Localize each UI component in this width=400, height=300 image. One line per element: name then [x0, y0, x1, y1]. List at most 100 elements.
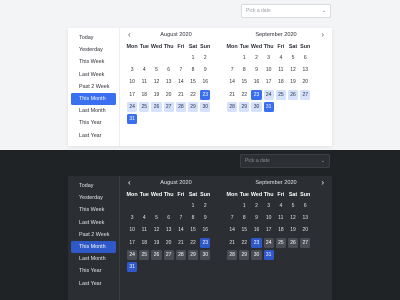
day-cell[interactable]: 15	[238, 224, 250, 236]
day-cell[interactable]: 31	[126, 113, 138, 125]
day-cell[interactable]: 13	[299, 64, 311, 76]
day-cell[interactable]: 3	[263, 200, 275, 212]
shortcut-last-week[interactable]: Last Week	[71, 69, 116, 81]
day-cell[interactable]: 20	[299, 76, 311, 88]
day-cell[interactable]: 27	[163, 101, 175, 113]
shortcut-yesterday[interactable]: Yesterday	[71, 192, 116, 204]
day-cell[interactable]: 25	[138, 249, 150, 261]
shortcut-last-year[interactable]: Last Year	[71, 130, 116, 142]
day-cell[interactable]: 14	[226, 76, 238, 88]
day-cell[interactable]: 2	[250, 52, 262, 64]
day-cell[interactable]: 23	[250, 89, 262, 101]
shortcut-this-month[interactable]: This Month	[71, 92, 116, 106]
day-cell[interactable]: 21	[226, 89, 238, 101]
date-picker-input[interactable]: Pick a date ⌄	[241, 4, 331, 18]
chevron-down-icon[interactable]: ⌄	[321, 158, 325, 164]
shortcut-past-2-week[interactable]: Past 2 Week	[71, 229, 116, 241]
day-cell[interactable]: 8	[187, 212, 199, 224]
day-cell[interactable]: 2	[199, 200, 211, 212]
day-cell[interactable]: 13	[163, 224, 175, 236]
day-cell[interactable]: 15	[187, 76, 199, 88]
day-cell[interactable]: 28	[175, 101, 187, 113]
day-cell[interactable]: 10	[263, 212, 275, 224]
day-cell[interactable]: 9	[250, 64, 262, 76]
day-cell[interactable]: 1	[238, 52, 250, 64]
day-cell[interactable]: 19	[150, 237, 162, 249]
day-cell[interactable]: 6	[163, 64, 175, 76]
day-cell[interactable]: 9	[199, 212, 211, 224]
day-cell[interactable]: 20	[299, 224, 311, 236]
shortcut-today[interactable]: Today	[71, 32, 116, 44]
day-cell[interactable]: 9	[199, 64, 211, 76]
day-cell[interactable]: 27	[163, 249, 175, 261]
day-cell[interactable]: 12	[287, 212, 299, 224]
day-cell[interactable]: 5	[150, 212, 162, 224]
shortcut-today[interactable]: Today	[71, 180, 116, 192]
day-cell[interactable]: 24	[126, 249, 138, 261]
day-cell[interactable]: 20	[163, 237, 175, 249]
day-cell[interactable]: 29	[187, 101, 199, 113]
day-cell[interactable]: 17	[126, 89, 138, 101]
day-cell[interactable]: 16	[250, 224, 262, 236]
day-cell[interactable]: 4	[275, 52, 287, 64]
day-cell[interactable]: 5	[287, 200, 299, 212]
day-cell[interactable]: 23	[250, 237, 262, 249]
day-cell[interactable]: 6	[299, 200, 311, 212]
day-cell[interactable]: 13	[163, 76, 175, 88]
shortcut-this-month[interactable]: This Month	[71, 240, 116, 254]
day-cell[interactable]: 1	[187, 52, 199, 64]
day-cell[interactable]: 12	[287, 64, 299, 76]
day-cell[interactable]: 31	[126, 261, 138, 273]
day-cell[interactable]: 4	[275, 200, 287, 212]
shortcut-past-2-week[interactable]: Past 2 Week	[71, 81, 116, 93]
day-cell[interactable]: 28	[175, 249, 187, 261]
day-cell[interactable]: 10	[126, 76, 138, 88]
day-cell[interactable]: 11	[275, 64, 287, 76]
day-cell[interactable]: 21	[226, 237, 238, 249]
day-cell[interactable]: 4	[138, 64, 150, 76]
day-cell[interactable]: 22	[187, 89, 199, 101]
shortcut-yesterday[interactable]: Yesterday	[71, 44, 116, 56]
day-cell[interactable]: 18	[275, 224, 287, 236]
date-picker-input[interactable]: Pick a date ⌄	[240, 154, 330, 168]
day-cell[interactable]: 30	[250, 101, 262, 113]
day-cell[interactable]: 4	[138, 212, 150, 224]
chevron-right-icon[interactable]: ›	[321, 176, 324, 190]
day-cell[interactable]: 13	[299, 212, 311, 224]
day-cell[interactable]: 10	[126, 224, 138, 236]
day-cell[interactable]: 9	[250, 212, 262, 224]
day-cell[interactable]: 18	[138, 89, 150, 101]
day-cell[interactable]: 26	[150, 249, 162, 261]
day-cell[interactable]: 5	[150, 64, 162, 76]
chevron-right-icon[interactable]: ›	[321, 28, 324, 42]
shortcut-last-week[interactable]: Last Week	[71, 217, 116, 229]
day-cell[interactable]: 3	[263, 52, 275, 64]
day-cell[interactable]: 21	[175, 89, 187, 101]
day-cell[interactable]: 29	[187, 249, 199, 261]
day-cell[interactable]: 17	[126, 237, 138, 249]
day-cell[interactable]: 2	[199, 52, 211, 64]
day-cell[interactable]: 12	[150, 224, 162, 236]
day-cell[interactable]: 14	[175, 224, 187, 236]
day-cell[interactable]: 3	[126, 64, 138, 76]
day-cell[interactable]: 28	[226, 101, 238, 113]
day-cell[interactable]: 25	[275, 237, 287, 249]
day-cell[interactable]: 6	[163, 212, 175, 224]
day-cell[interactable]: 22	[238, 237, 250, 249]
day-cell[interactable]: 14	[175, 76, 187, 88]
day-cell[interactable]: 1	[238, 200, 250, 212]
day-cell[interactable]: 31	[263, 249, 275, 261]
day-cell[interactable]: 8	[238, 64, 250, 76]
day-cell[interactable]: 31	[263, 101, 275, 113]
day-cell[interactable]: 29	[238, 101, 250, 113]
day-cell[interactable]: 7	[226, 64, 238, 76]
day-cell[interactable]: 7	[226, 212, 238, 224]
day-cell[interactable]: 12	[150, 76, 162, 88]
day-cell[interactable]: 25	[275, 89, 287, 101]
day-cell[interactable]: 7	[175, 64, 187, 76]
day-cell[interactable]: 16	[199, 224, 211, 236]
day-cell[interactable]: 30	[250, 249, 262, 261]
day-cell[interactable]: 18	[275, 76, 287, 88]
day-cell[interactable]: 1	[187, 200, 199, 212]
day-cell[interactable]: 22	[187, 237, 199, 249]
